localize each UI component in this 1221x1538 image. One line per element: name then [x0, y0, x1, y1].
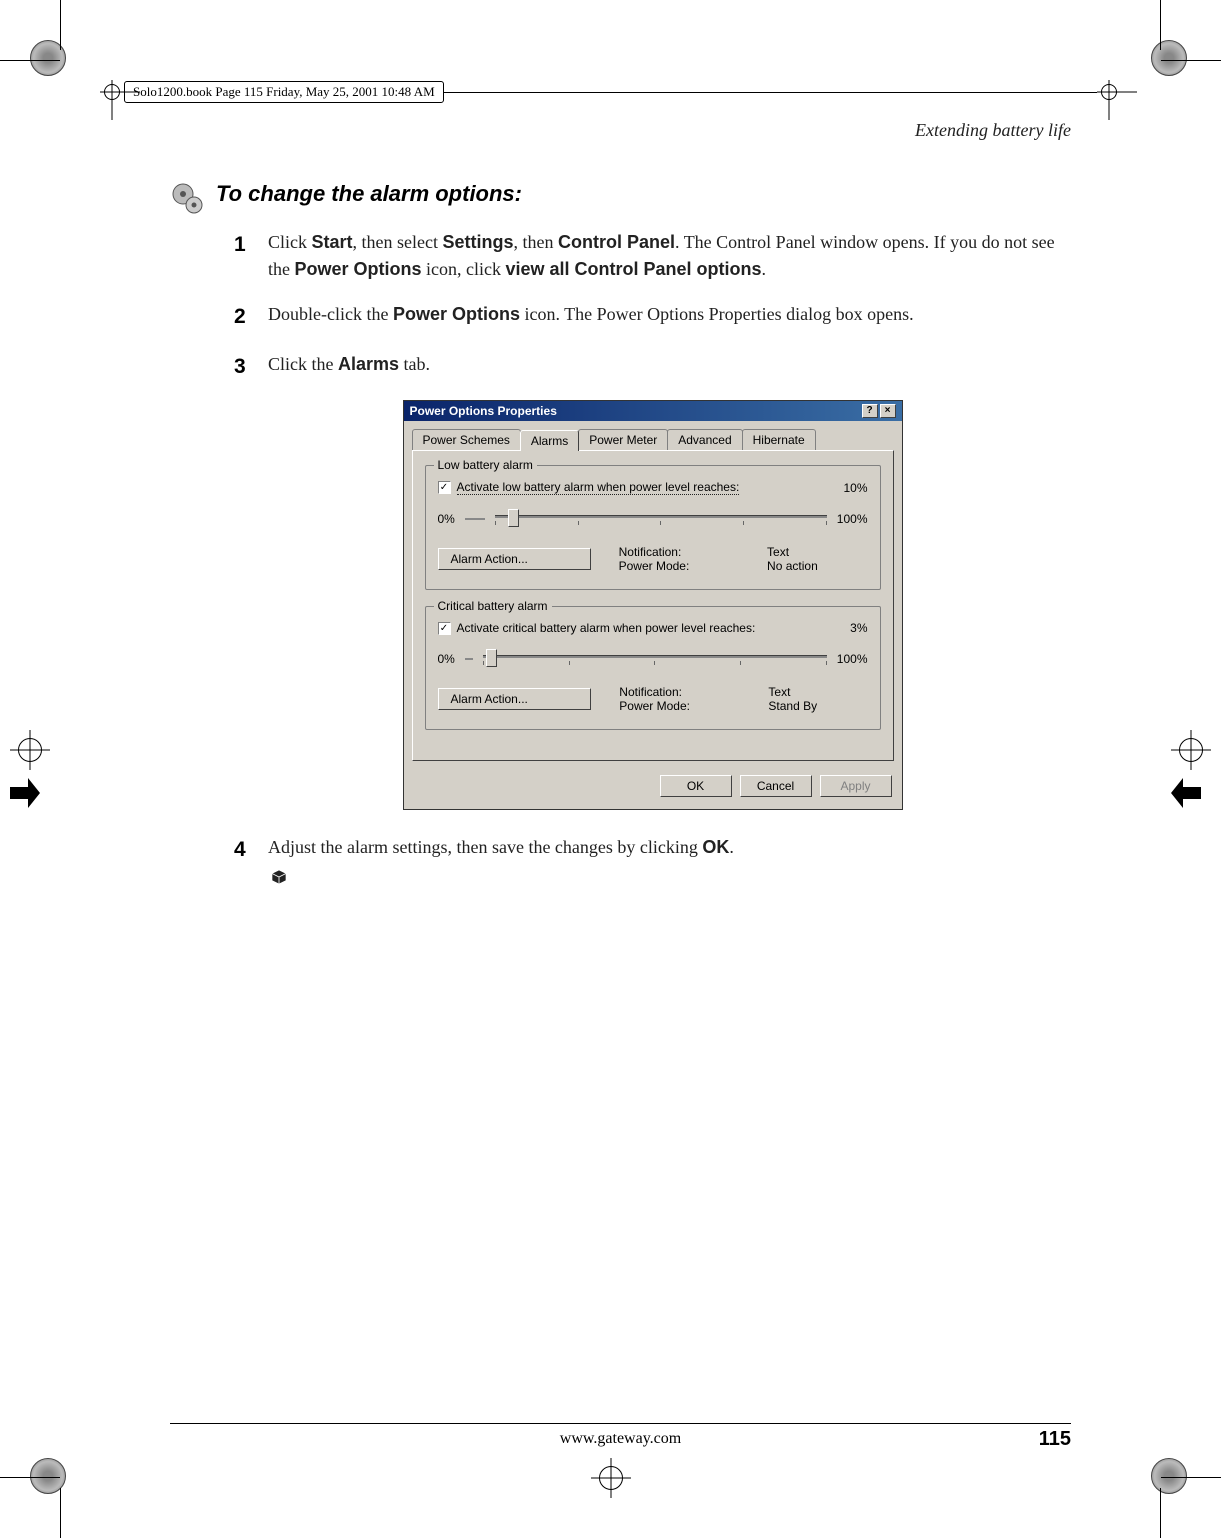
- low-battery-group: Low battery alarm ✓ Activate low battery…: [425, 465, 881, 590]
- arrow-left-icon: [1171, 778, 1201, 808]
- step-number: 2: [234, 301, 252, 333]
- step-3: 3 Click the Alarms tab.: [234, 351, 1071, 383]
- registration-mark-icon: [1151, 40, 1187, 76]
- critical-battery-checkbox-label: Activate critical battery alarm when pow…: [457, 621, 756, 635]
- cube-end-icon: [268, 867, 290, 887]
- cancel-button[interactable]: Cancel: [740, 775, 812, 797]
- critical-battery-checkbox[interactable]: ✓: [438, 622, 451, 635]
- slider-min-label: 0%: [438, 652, 455, 666]
- notification-label: Notification:: [619, 545, 739, 559]
- group-title: Critical battery alarm: [434, 599, 552, 613]
- step-2: 2 Double-click the Power Options icon. T…: [234, 301, 1071, 333]
- section-title: Extending battery life: [170, 120, 1071, 141]
- page-footer: www.gateway.com 115: [170, 1423, 1071, 1448]
- low-battery-slider[interactable]: [495, 507, 827, 531]
- tab-advanced[interactable]: Advanced: [667, 429, 742, 450]
- power-options-dialog: Power Options Properties ? × Power Schem…: [403, 400, 903, 810]
- print-header: Solo1200.book Page 115 Friday, May 25, 2…: [100, 80, 1121, 104]
- arrow-right-icon: [10, 778, 40, 808]
- dialog-title: Power Options Properties: [410, 404, 557, 418]
- step-number: 4: [234, 834, 252, 895]
- ok-button[interactable]: OK: [660, 775, 732, 797]
- slider-min-label: 0%: [438, 512, 455, 526]
- low-alarm-action-button[interactable]: Alarm Action...: [438, 548, 591, 570]
- crosshair-icon: [10, 730, 50, 770]
- critical-battery-value: 3%: [850, 621, 867, 635]
- group-title: Low battery alarm: [434, 458, 537, 472]
- slider-max-label: 100%: [837, 652, 868, 666]
- slider-max-label: 100%: [837, 512, 868, 526]
- tab-power-meter[interactable]: Power Meter: [578, 429, 668, 450]
- notification-value: Text: [768, 685, 867, 699]
- power-mode-value: No action: [767, 559, 867, 573]
- power-mode-value: Stand By: [768, 699, 867, 713]
- gear-icon: [170, 181, 206, 217]
- tab-hibernate[interactable]: Hibernate: [742, 429, 816, 450]
- low-battery-value: 10%: [843, 481, 867, 495]
- power-mode-label: Power Mode:: [619, 699, 740, 713]
- dialog-titlebar: Power Options Properties ? ×: [404, 401, 902, 421]
- header-stamp: Solo1200.book Page 115 Friday, May 25, 2…: [124, 81, 444, 103]
- step-1: 1 Click Start, then select Settings, the…: [234, 229, 1071, 283]
- low-battery-checkbox-label: Activate low battery alarm when power le…: [457, 480, 740, 495]
- close-button[interactable]: ×: [880, 404, 896, 418]
- critical-battery-slider[interactable]: [483, 647, 827, 671]
- power-mode-label: Power Mode:: [619, 559, 739, 573]
- registration-mark-icon: [1151, 1458, 1187, 1494]
- tab-power-schemes[interactable]: Power Schemes: [412, 429, 521, 450]
- apply-button[interactable]: Apply: [820, 775, 892, 797]
- footer-url: www.gateway.com: [170, 1430, 1071, 1448]
- step-4: 4 Adjust the alarm settings, then save t…: [234, 834, 1071, 895]
- crosshair-icon: [1171, 730, 1211, 770]
- notification-value: Text: [767, 545, 867, 559]
- critical-battery-group: Critical battery alarm ✓ Activate critic…: [425, 606, 881, 730]
- step-number: 3: [234, 351, 252, 383]
- tab-alarms[interactable]: Alarms: [520, 430, 579, 451]
- step-number: 1: [234, 229, 252, 283]
- notification-label: Notification:: [619, 685, 740, 699]
- page-number: 115: [1039, 1428, 1071, 1451]
- procedure-title: To change the alarm options:: [216, 181, 522, 207]
- critical-alarm-action-button[interactable]: Alarm Action...: [438, 688, 592, 710]
- help-button[interactable]: ?: [862, 404, 878, 418]
- tab-strip: Power Schemes Alarms Power Meter Advance…: [404, 421, 902, 450]
- crosshair-icon: [591, 1458, 631, 1498]
- low-battery-checkbox[interactable]: ✓: [438, 481, 451, 494]
